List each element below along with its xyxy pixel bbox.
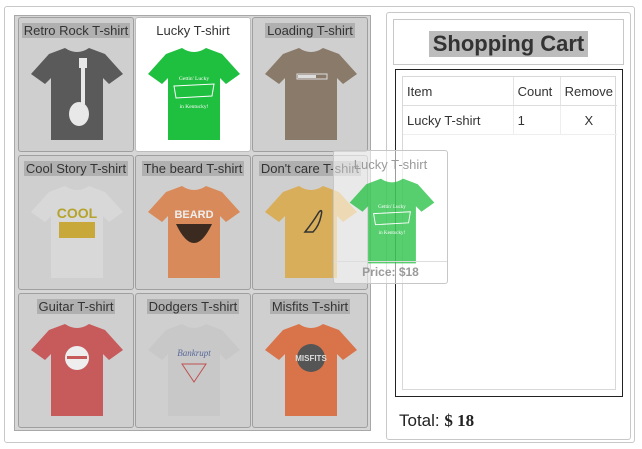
svg-text:Gettin' Lucky: Gettin' Lucky: [179, 76, 209, 82]
tshirt-image: Gettin' Lucky in Kentucky!: [349, 178, 435, 264]
product-tile-guitar[interactable]: Guitar T-shirt: [18, 293, 134, 428]
cart-total: Total: $ 18: [399, 411, 474, 431]
cart-header-row: Item Count Remove: [403, 77, 617, 106]
dragged-product-name: Lucky T-shirt: [353, 157, 428, 172]
svg-text:in Kentucky!: in Kentucky!: [180, 104, 209, 110]
product-name: Misfits T-shirt: [269, 299, 351, 314]
product-name: Lucky T-shirt: [156, 23, 230, 38]
remove-button[interactable]: X: [560, 105, 617, 135]
product-tile-lucky[interactable]: Lucky T-shirt Gettin' Lucky in Kentucky!: [135, 17, 251, 152]
product-name: Cool Story T-shirt: [23, 161, 129, 176]
cart-item-count: 1: [513, 105, 561, 135]
dragged-product-price: Price: $18: [334, 261, 447, 279]
table-row: Lucky T-shirt 1 X: [403, 105, 617, 135]
total-label: Total:: [399, 411, 440, 430]
product-name: Loading T-shirt: [265, 23, 355, 38]
svg-text:BEARD: BEARD: [174, 209, 213, 221]
tshirt-image: [265, 48, 357, 140]
product-grid: Retro Rock T-shirt Lucky T-shirt Gettin'…: [14, 15, 371, 431]
product-name: The beard T-shirt: [141, 161, 245, 176]
tshirt-image: [31, 324, 123, 416]
tshirt-image: BEARD: [148, 186, 240, 278]
product-tile-dodgers[interactable]: Dodgers T-shirt Bankrupt: [135, 293, 251, 428]
svg-text:Bankrupt: Bankrupt: [177, 348, 211, 358]
product-tile-beard[interactable]: The beard T-shirt BEARD: [135, 155, 251, 290]
tshirt-image: Gettin' Lucky in Kentucky!: [148, 48, 240, 140]
guitar-circle-art: [65, 346, 89, 370]
product-name: Retro Rock T-shirt: [21, 23, 131, 38]
product-tile-loading[interactable]: Loading T-shirt: [252, 17, 368, 152]
svg-text:COOL: COOL: [57, 205, 98, 221]
svg-text:Gettin' Lucky: Gettin' Lucky: [378, 204, 406, 210]
product-tile-cool-story[interactable]: Cool Story T-shirt COOL: [18, 155, 134, 290]
header-count: Count: [513, 77, 561, 106]
product-tile-misfits[interactable]: Misfits T-shirt MISFITS: [252, 293, 368, 428]
product-name: Dodgers T-shirt: [146, 299, 240, 314]
product-tile-retro-rock[interactable]: Retro Rock T-shirt: [18, 17, 134, 152]
product-name: Guitar T-shirt: [36, 299, 116, 314]
tshirt-image: Bankrupt: [148, 324, 240, 416]
header-item: Item: [403, 77, 514, 106]
cart-title: Shopping Cart: [428, 31, 589, 57]
cart-item-name: Lucky T-shirt: [403, 105, 514, 135]
svg-text:in Kentucky!: in Kentucky!: [379, 230, 406, 236]
dragged-product-card[interactable]: Lucky T-shirt Gettin' Lucky in Kentucky!…: [333, 150, 448, 284]
cart-table: Item Count Remove Lucky T-shirt 1 X: [403, 77, 617, 135]
tshirt-image: MISFITS: [265, 324, 357, 416]
tshirt-image: COOL: [31, 186, 123, 278]
tshirt-image: [31, 48, 123, 140]
header-remove: Remove: [560, 77, 617, 106]
total-value: $ 18: [444, 411, 475, 430]
svg-text:MISFITS: MISFITS: [295, 354, 327, 363]
